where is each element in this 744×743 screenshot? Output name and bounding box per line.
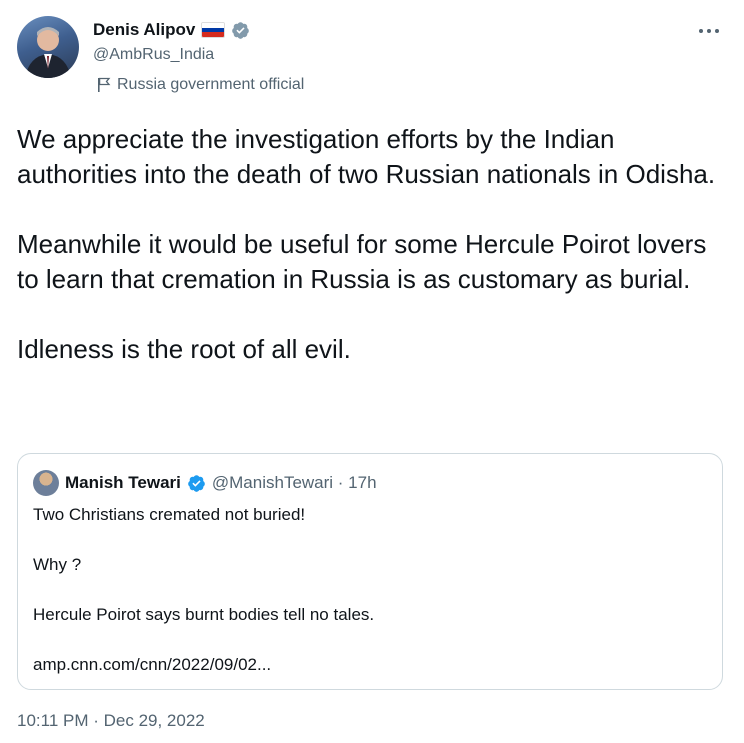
government-flag-icon xyxy=(98,77,111,92)
tweet-text: We appreciate the investigation efforts … xyxy=(17,124,716,364)
quoted-tweet-header: Manish Tewari @ManishTewari · 17h xyxy=(33,470,377,496)
author-handle[interactable]: @AmbRus_India xyxy=(93,46,214,64)
affiliation-label: Russia government official xyxy=(97,76,304,94)
quoted-author-name[interactable]: Manish Tewari xyxy=(65,473,181,493)
more-options-button[interactable] xyxy=(694,16,724,46)
affiliation-label-text: Russia government official xyxy=(117,76,305,93)
verified-badge-icon xyxy=(232,21,250,39)
author-display-name[interactable]: Denis Alipov xyxy=(93,20,195,40)
avatar-portrait xyxy=(25,27,71,78)
more-options-icon xyxy=(699,29,719,33)
quoted-author-avatar[interactable] xyxy=(33,470,59,496)
tweet-timestamp[interactable]: 10:11 PM · Dec 29, 2022 xyxy=(17,711,205,731)
russia-flag-icon xyxy=(201,22,226,38)
author-name-row: Denis Alipov xyxy=(93,20,250,40)
quoted-author-meta[interactable]: @ManishTewari · 17h xyxy=(212,473,377,493)
verified-badge-icon xyxy=(188,474,205,492)
quoted-tweet-text: Two Christians cremated not buried! Why … xyxy=(33,505,375,674)
tweet-author-avatar[interactable] xyxy=(17,16,79,78)
quoted-tweet[interactable]: Manish Tewari @ManishTewari · 17h Two Ch… xyxy=(17,453,723,690)
